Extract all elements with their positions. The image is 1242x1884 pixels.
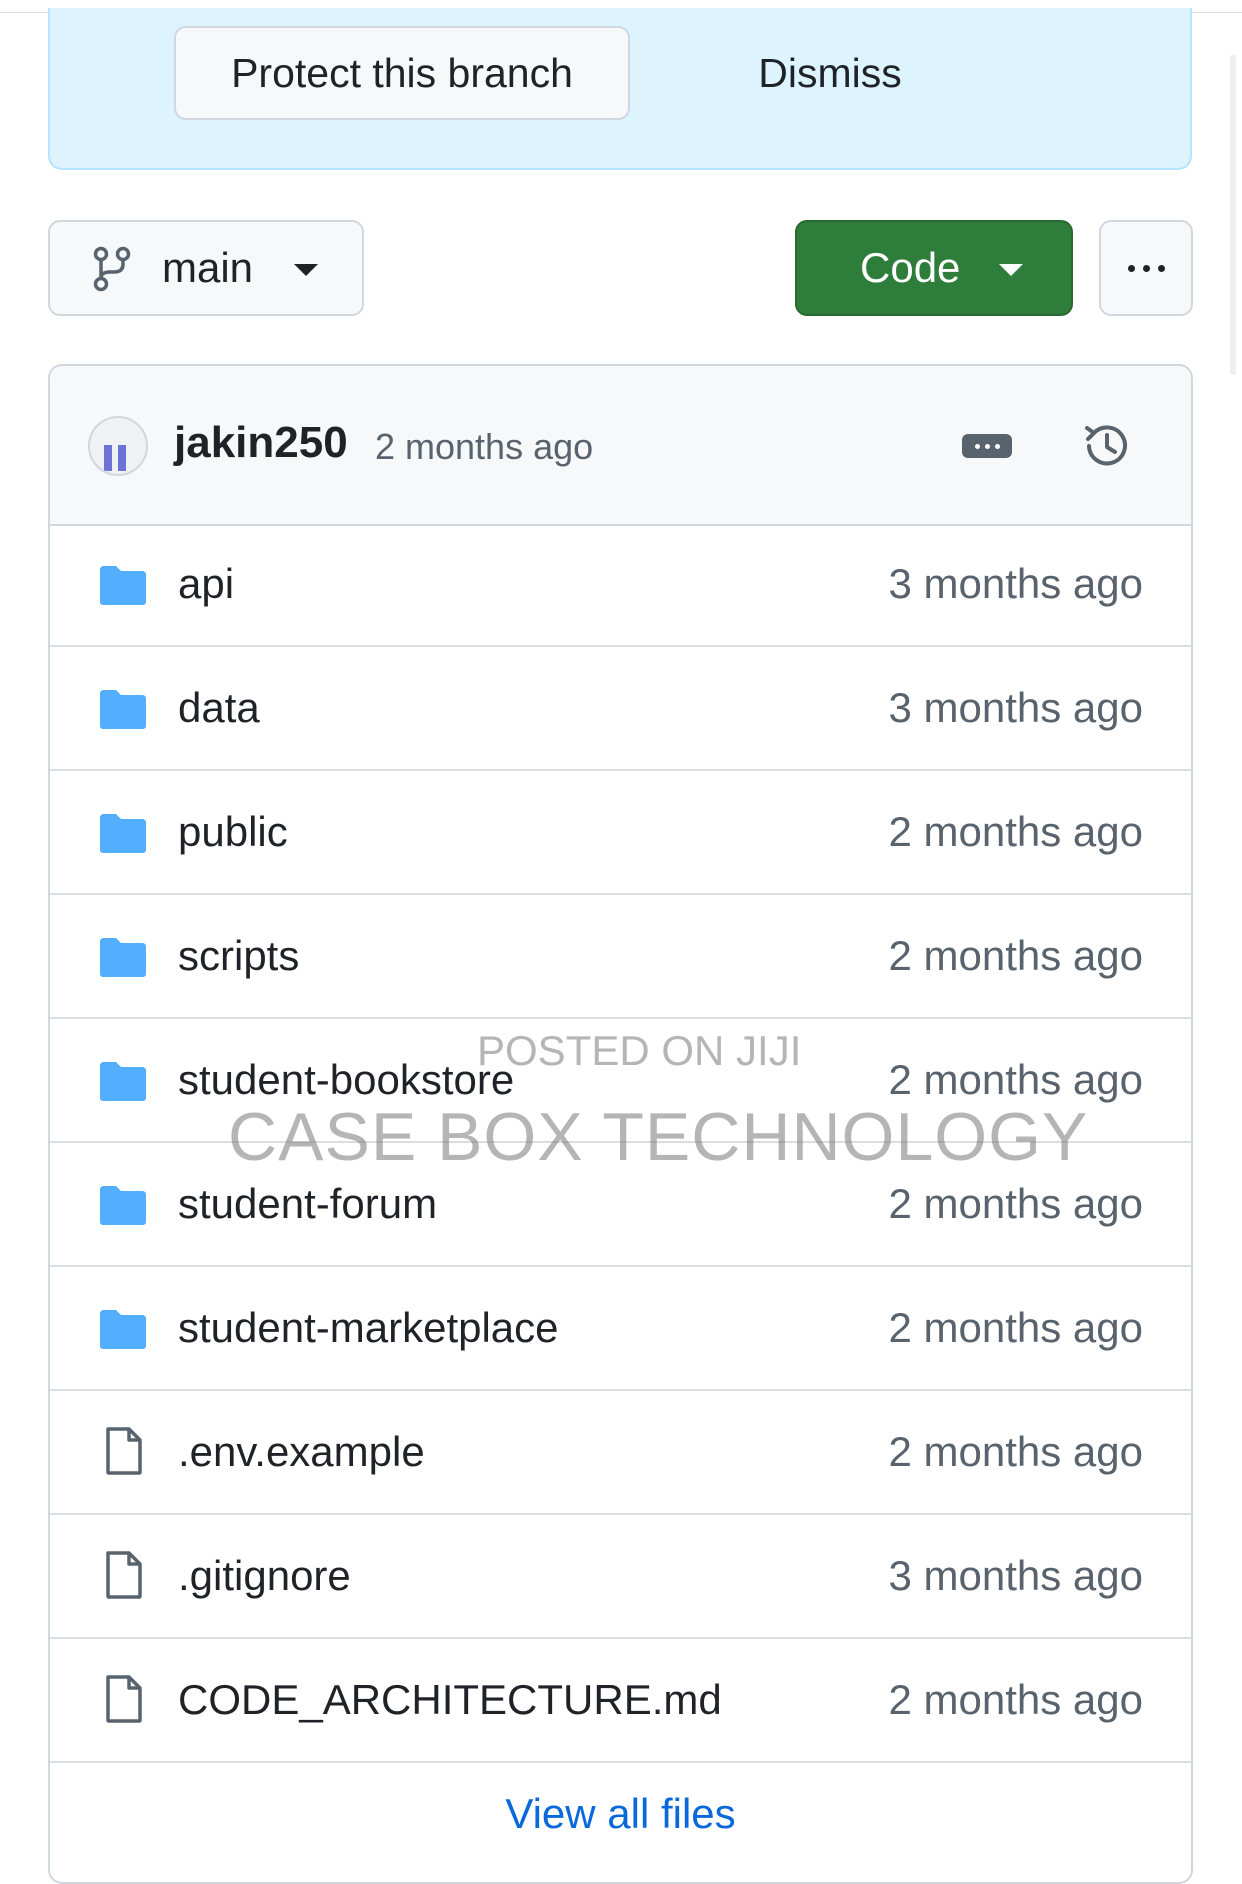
dismiss-button[interactable]: Dismiss	[700, 26, 960, 120]
file-updated-time: 3 months ago	[888, 560, 1143, 607]
file-row[interactable]: scripts 2 months ago	[50, 896, 1191, 1019]
git-branch-icon	[93, 246, 131, 292]
watermark-brand: CASE BOX TECHNOLOGY	[228, 1099, 1089, 1175]
folder-icon	[100, 1062, 146, 1101]
folder-icon	[100, 566, 146, 605]
file-icon	[106, 1551, 142, 1599]
file-updated-time: 2 months ago	[888, 808, 1143, 855]
file-name[interactable]: api	[178, 560, 234, 608]
file-row[interactable]: .env.example 2 months ago	[50, 1392, 1191, 1515]
ellipsis-dot	[1127, 264, 1135, 272]
file-name[interactable]: scripts	[178, 932, 299, 980]
file-row[interactable]: CODE_ARCHITECTURE.md 2 months ago	[50, 1640, 1191, 1763]
folder-icon	[100, 938, 146, 977]
folder-icon	[100, 1186, 146, 1225]
latest-commit-bar: jakin250 2 months ago	[50, 366, 1191, 526]
commit-author[interactable]: jakin250	[174, 418, 348, 468]
file-updated-time: 3 months ago	[888, 684, 1143, 731]
file-updated-time: 2 months ago	[888, 1428, 1143, 1475]
file-updated-time: 2 months ago	[888, 1304, 1143, 1351]
file-updated-time: 2 months ago	[888, 1180, 1143, 1227]
file-updated-time: 2 months ago	[888, 1056, 1143, 1103]
protect-branch-button[interactable]: Protect this branch	[174, 26, 630, 120]
file-row[interactable]: data 3 months ago	[50, 648, 1191, 771]
file-name[interactable]: .env.example	[178, 1428, 425, 1476]
history-icon[interactable]	[1079, 418, 1135, 474]
file-name[interactable]: public	[178, 808, 288, 856]
folder-icon	[100, 1310, 146, 1349]
watermark-posted-on: POSTED ON JIJI	[477, 1027, 802, 1074]
code-button[interactable]: Code	[795, 220, 1073, 316]
file-row[interactable]: api 3 months ago	[50, 524, 1191, 647]
folder-icon	[100, 814, 146, 853]
file-name[interactable]: student-marketplace	[178, 1304, 559, 1352]
file-icon	[106, 1427, 142, 1475]
folder-icon	[100, 690, 146, 729]
chevron-down-icon	[294, 264, 318, 276]
branch-name: main	[162, 244, 254, 291]
file-icon	[106, 1675, 142, 1723]
chevron-down-icon	[999, 264, 1023, 276]
file-updated-time: 3 months ago	[888, 1552, 1143, 1599]
avatar[interactable]	[88, 416, 148, 476]
code-button-label: Code	[860, 244, 961, 291]
branch-selector-button[interactable]: main	[48, 220, 364, 316]
ellipsis-dot	[1157, 264, 1165, 272]
commit-message-toggle-icon[interactable]	[962, 434, 1012, 458]
file-name[interactable]: student-forum	[178, 1180, 437, 1228]
file-row[interactable]: .gitignore 3 months ago	[50, 1516, 1191, 1639]
scrollbar[interactable]	[1230, 55, 1236, 375]
more-options-button[interactable]	[1099, 220, 1193, 316]
file-name[interactable]: data	[178, 684, 260, 732]
commit-time: 2 months ago	[375, 426, 594, 467]
ellipsis-dot	[1142, 264, 1150, 272]
file-name[interactable]: student-bookstore	[178, 1056, 514, 1104]
protect-branch-banner: Protect this branch Dismiss	[48, 8, 1192, 170]
file-updated-time: 2 months ago	[888, 932, 1143, 979]
file-name[interactable]: CODE_ARCHITECTURE.md	[178, 1676, 722, 1724]
file-row[interactable]: public 2 months ago	[50, 772, 1191, 895]
file-row[interactable]: student-marketplace 2 months ago	[50, 1268, 1191, 1391]
file-name[interactable]: .gitignore	[178, 1552, 351, 1600]
file-updated-time: 2 months ago	[888, 1676, 1143, 1723]
view-all-files-link[interactable]: View all files	[50, 1790, 1191, 1838]
